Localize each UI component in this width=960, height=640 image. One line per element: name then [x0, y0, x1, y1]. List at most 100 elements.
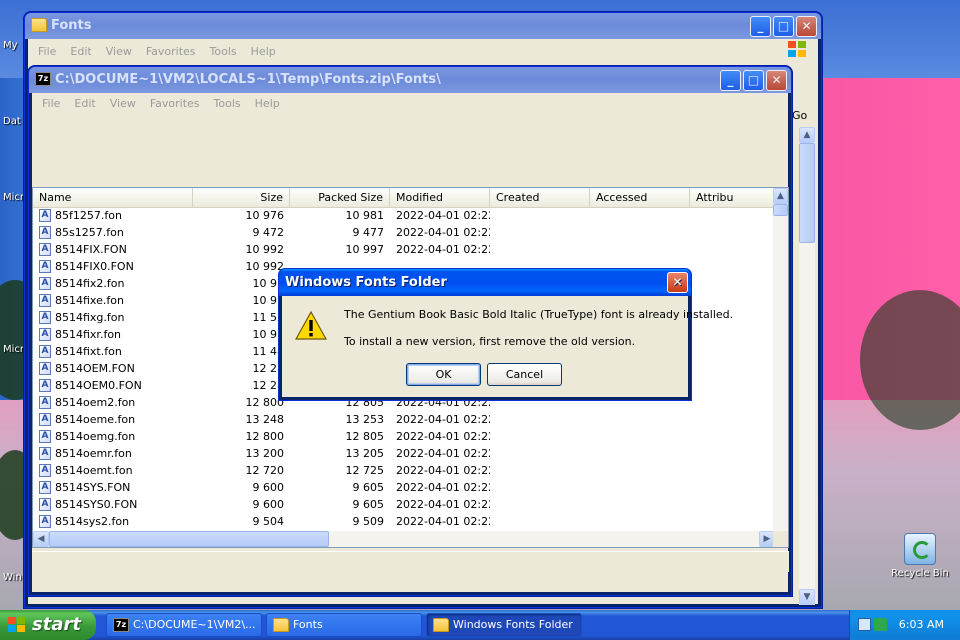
cell-size: 10 992: [245, 260, 285, 273]
file-name: 8514oem2.fon: [55, 396, 136, 409]
zip-window-titlebar[interactable]: 7z C:\DOCUME~1\VM2\LOCALS~1\Temp\Fonts.z…: [29, 67, 791, 93]
windows-logo-icon: [788, 41, 808, 59]
table-row[interactable]: A 85f1257.fon 10 976 10 981 2022-04-01 02:22: [33, 207, 775, 224]
cell-name: A 8514oemr.fon: [33, 445, 193, 462]
table-row[interactable]: A 8514sys2.fon 9 504 9 509 2022-04-01 02:22: [33, 513, 775, 530]
scroll-up-button[interactable]: ▲: [773, 188, 788, 204]
column-header-accessed[interactable]: Accessed: [590, 188, 690, 207]
fonts-vertical-scrollbar[interactable]: ▲ ▼: [799, 127, 815, 605]
cell-size: 12 28: [252, 362, 285, 375]
cell-cre: [490, 479, 590, 496]
recycle-bin[interactable]: Recycle Bin: [888, 533, 952, 579]
menu-help[interactable]: Help: [248, 97, 287, 110]
table-row[interactable]: A 8514oemt.fon 12 720 12 725 2022-04-01 02:2…: [33, 462, 775, 479]
menu-favorites[interactable]: Favorites: [139, 45, 203, 58]
cell-pack: 9 605: [352, 498, 385, 511]
scroll-left-button[interactable]: ◀: [33, 531, 49, 547]
status-bar: [32, 551, 789, 572]
cell-acc: [590, 496, 690, 513]
menu-edit[interactable]: Edit: [67, 97, 102, 110]
close-button[interactable]: ✕: [796, 16, 817, 37]
column-header-name[interactable]: Name: [33, 188, 193, 207]
desktop-icon-label[interactable]: My: [3, 40, 18, 51]
scroll-thumb[interactable]: [773, 204, 788, 216]
taskbar-button-label: C:\DOCUME~1\VM2\...: [133, 618, 256, 631]
cell-mod: 2022-04-01 02:22: [396, 413, 490, 426]
security-icon[interactable]: [874, 618, 887, 631]
cell-att: [690, 224, 775, 241]
close-button[interactable]: ✕: [766, 70, 787, 91]
cell-pack: 12 805: [345, 430, 385, 443]
column-header-modified[interactable]: Modified: [390, 188, 490, 207]
column-header-created[interactable]: Created: [490, 188, 590, 207]
cell-mod: 2022-04-01 02:22: [396, 498, 490, 511]
desktop-icon-label[interactable]: Micr: [3, 344, 24, 355]
cell-acc: [590, 224, 690, 241]
fonts-dialog: Windows Fonts Folder ✕ The Gentium Book …: [278, 268, 733, 401]
font-file-icon: A: [39, 260, 51, 273]
scroll-thumb[interactable]: [799, 143, 815, 243]
menu-view[interactable]: View: [103, 97, 143, 110]
cell-att: [690, 394, 775, 411]
scroll-thumb[interactable]: [49, 531, 329, 547]
go-button[interactable]: Go: [792, 109, 807, 122]
cell-att: [690, 360, 775, 377]
scroll-down-button[interactable]: ▼: [799, 589, 815, 605]
maximize-button[interactable]: □: [773, 16, 794, 37]
menu-view[interactable]: View: [99, 45, 139, 58]
cancel-button[interactable]: Cancel: [487, 363, 562, 386]
scroll-up-button[interactable]: ▲: [799, 127, 815, 143]
cell-att: [690, 479, 775, 496]
table-row[interactable]: A 8514oemr.fon 13 200 13 205 2022-04-01 02:2…: [33, 445, 775, 462]
font-file-icon: A: [39, 277, 51, 290]
file-list-horizontal-scrollbar[interactable]: ◀ ▶: [33, 531, 775, 547]
menu-file[interactable]: File: [31, 45, 63, 58]
table-row[interactable]: A 85s1257.fon 9 472 9 477 2022-04-01 02:22: [33, 224, 775, 241]
menu-favorites[interactable]: Favorites: [143, 97, 207, 110]
file-name: 8514oeme.fon: [55, 413, 136, 426]
taskbar-button-fonts[interactable]: Fonts: [266, 613, 422, 637]
menu-help[interactable]: Help: [244, 45, 283, 58]
minimize-button[interactable]: _: [720, 70, 741, 91]
table-row[interactable]: A 8514oeme.fon 13 248 13 253 2022-04-01 02:2…: [33, 411, 775, 428]
table-row[interactable]: A 8514FIX.FON 10 992 10 997 2022-04-01 02:22: [33, 241, 775, 258]
desktop-icon-label[interactable]: Dat: [3, 116, 21, 127]
menu-edit[interactable]: Edit: [63, 45, 98, 58]
taskbar-button-dialog[interactable]: Windows Fonts Folder: [426, 613, 582, 637]
dialog-titlebar[interactable]: Windows Fonts Folder ✕: [279, 269, 691, 296]
minimize-button[interactable]: _: [750, 16, 771, 37]
dialog-close-button[interactable]: ✕: [667, 272, 688, 293]
font-file-icon: A: [39, 515, 51, 528]
taskbar-button-zip[interactable]: 7z C:\DOCUME~1\VM2\...: [106, 613, 262, 637]
cell-acc: [590, 241, 690, 258]
cell-acc: [590, 479, 690, 496]
file-name: 8514OEM.FON: [55, 362, 135, 375]
table-row[interactable]: A 8514SYS0.FON 9 600 9 605 2022-04-01 02:22: [33, 496, 775, 513]
network-icon[interactable]: [858, 618, 871, 631]
maximize-button[interactable]: □: [743, 70, 764, 91]
start-button[interactable]: start: [0, 610, 96, 640]
file-list-vertical-scrollbar[interactable]: ▲: [773, 188, 788, 532]
file-name: 8514FIX.FON: [55, 243, 127, 256]
ok-button[interactable]: OK: [406, 363, 481, 386]
table-row[interactable]: A 8514oemg.fon 12 800 12 805 2022-04-01 02:2…: [33, 428, 775, 445]
fonts-window-titlebar[interactable]: Fonts _ □ ✕: [25, 13, 821, 39]
column-header-packed-size[interactable]: Packed Size: [290, 188, 390, 207]
menu-file[interactable]: File: [35, 97, 67, 110]
desktop-icon-label[interactable]: Micr: [3, 192, 24, 203]
dialog-title: Windows Fonts Folder: [285, 275, 447, 290]
table-row[interactable]: A 8514SYS.FON 9 600 9 605 2022-04-01 02:22: [33, 479, 775, 496]
dialog-detail: To install a new version, first remove t…: [344, 335, 636, 348]
file-name: 8514OEM0.FON: [55, 379, 142, 392]
column-header-size[interactable]: Size: [193, 188, 290, 207]
clock[interactable]: 6:03 AM: [899, 618, 944, 631]
column-header-attributes[interactable]: Attribu: [690, 188, 775, 207]
desktop-icon-label[interactable]: Win: [3, 572, 22, 583]
cell-att: [690, 326, 775, 343]
cell-pack: 9 477: [352, 226, 385, 239]
cell-cre: [490, 496, 590, 513]
menu-tools[interactable]: Tools: [203, 45, 244, 58]
cell-pack: 10 981: [345, 209, 385, 222]
font-file-icon: A: [39, 498, 51, 511]
menu-tools[interactable]: Tools: [207, 97, 248, 110]
